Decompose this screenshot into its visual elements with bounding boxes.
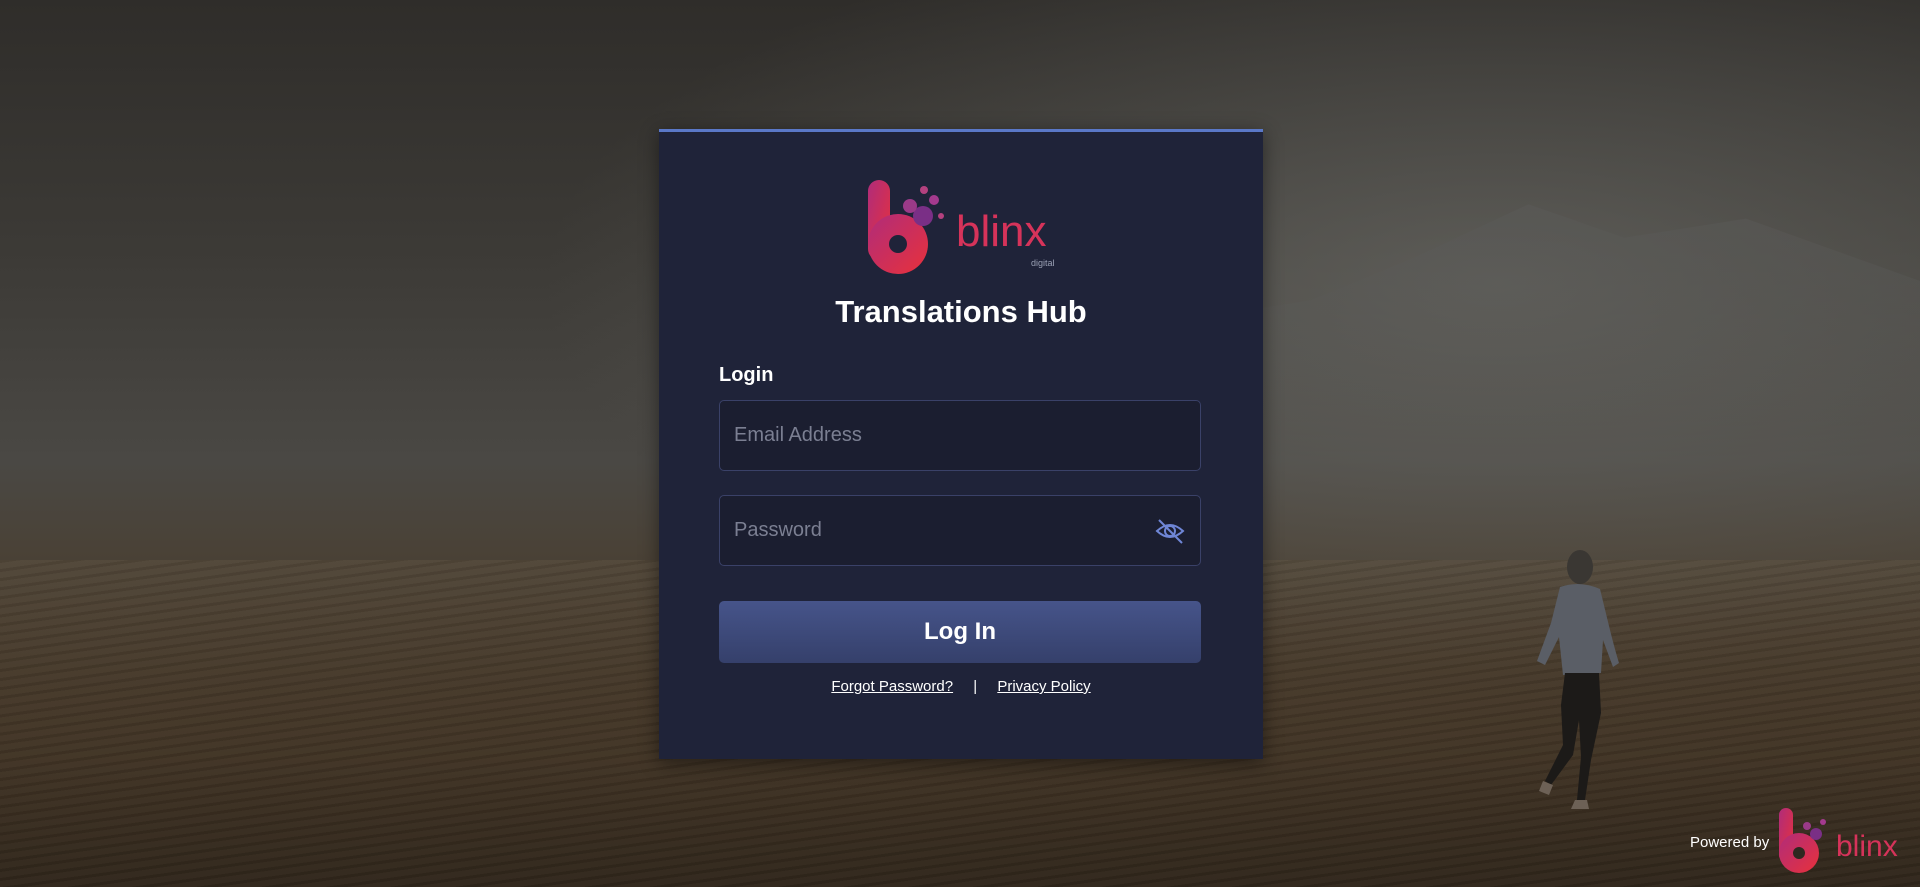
logo-wordmark: blinx bbox=[956, 207, 1047, 256]
email-input[interactable] bbox=[720, 401, 1200, 470]
powered-by-logo: blinx bbox=[1779, 808, 1898, 873]
password-field-container bbox=[719, 495, 1201, 566]
login-heading: Login bbox=[719, 364, 774, 386]
page-title: Translations Hub bbox=[835, 294, 1087, 329]
eye-slash-icon[interactable] bbox=[1154, 517, 1186, 545]
logo-subtext: digital bbox=[1031, 258, 1055, 268]
link-separator: | bbox=[973, 678, 978, 695]
login-button[interactable]: Log In bbox=[719, 601, 1201, 663]
background-runner bbox=[1537, 550, 1619, 809]
powered-by: Powered by blinx bbox=[1690, 806, 1910, 878]
blinx-logo: blinx digital bbox=[868, 180, 1055, 274]
footer-links: Forgot Password? | Privacy Policy bbox=[659, 678, 1263, 695]
privacy-policy-link[interactable]: Privacy Policy bbox=[997, 678, 1090, 695]
forgot-password-link[interactable]: Forgot Password? bbox=[831, 678, 953, 695]
login-card: blinx digital Translations Hub Login Log… bbox=[659, 129, 1263, 759]
password-input[interactable] bbox=[720, 496, 1200, 565]
email-field-container bbox=[719, 400, 1201, 471]
powered-by-label: Powered by bbox=[1690, 834, 1770, 851]
powered-logo-wordmark: blinx bbox=[1836, 830, 1898, 863]
